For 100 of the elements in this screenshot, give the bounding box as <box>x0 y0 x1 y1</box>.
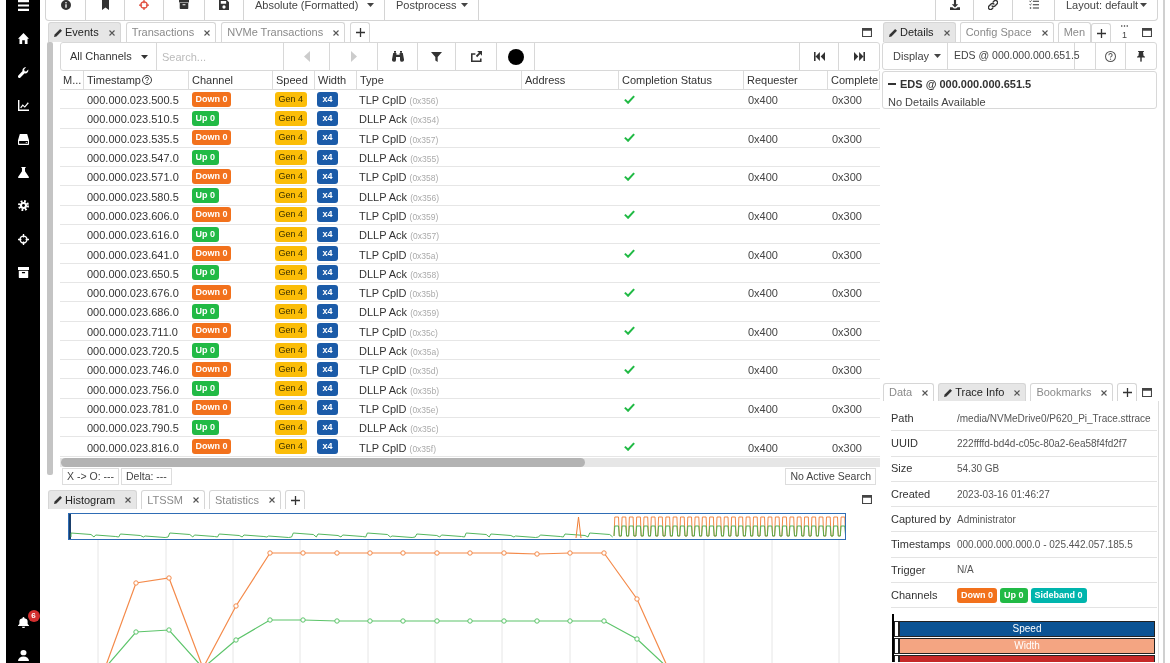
maximize-icon[interactable] <box>1142 27 1152 37</box>
data-point <box>367 550 373 556</box>
column-header[interactable]: Complete <box>831 71 879 89</box>
help-icon[interactable] <box>142 75 152 85</box>
time-format-dropdown[interactable]: Absolute (Formatted) <box>244 0 385 20</box>
plus-icon <box>1096 28 1106 38</box>
close-icon[interactable] <box>1101 389 1108 396</box>
type-cell: TLP CplD (0x35b) <box>359 287 439 300</box>
type-cell: DLLP Ack (0x354) <box>359 113 439 126</box>
close-icon[interactable] <box>943 29 950 36</box>
close-icon[interactable] <box>204 29 211 36</box>
tab[interactable]: NVMe Transactions <box>221 22 346 42</box>
width-badge: x4 <box>317 419 338 435</box>
speed-badge: Gen 4 <box>275 361 307 377</box>
type-cell: TLP CplD (0x35d) <box>359 364 439 377</box>
column-header[interactable]: Timestamp <box>87 71 141 89</box>
scrollbar-thumb[interactable] <box>61 457 585 467</box>
settings-icon[interactable] <box>17 200 29 212</box>
drive-icon[interactable] <box>17 133 29 145</box>
timestamp-cell: 000.000.023.711.0 <box>87 325 178 338</box>
column-header[interactable]: Requester <box>747 71 798 89</box>
home-icon[interactable] <box>17 33 29 45</box>
tab[interactable]: Data <box>883 383 935 401</box>
close-icon[interactable] <box>922 389 929 396</box>
column-header[interactable]: Channel <box>192 71 233 89</box>
channel-badge: Up 0 <box>1000 587 1028 603</box>
layout-dropdown[interactable]: Layout: default <box>1054 0 1157 20</box>
channel-badge: Down 0 <box>192 323 231 339</box>
speed-badge: Gen 4 <box>275 226 307 242</box>
column-header[interactable]: Address <box>525 71 566 89</box>
timestamp-cell: 000.000.023.641.0 <box>87 248 179 261</box>
speed-badge: Gen 4 <box>275 207 307 223</box>
tab[interactable]: Bookmarks <box>1030 383 1114 401</box>
tab[interactable]: Statistics <box>209 490 281 509</box>
search-field[interactable]: Search... <box>157 43 284 70</box>
add-tab-button[interactable] <box>285 490 305 509</box>
maximize-icon[interactable] <box>862 495 872 504</box>
line-chart-icon[interactable] <box>17 100 29 112</box>
channel-dropdown[interactable]: All Channels <box>61 43 157 70</box>
channel-badge: Up 0 <box>192 303 219 319</box>
caret-icon <box>461 3 468 7</box>
flask-icon[interactable] <box>17 166 29 178</box>
data-point <box>501 618 507 624</box>
channel-badge: Up 0 <box>192 188 219 204</box>
close-icon[interactable] <box>1014 389 1021 396</box>
channel-badge: Down 0 <box>192 246 231 261</box>
column-header[interactable]: Width <box>318 71 347 89</box>
data-point <box>400 618 406 624</box>
add-tab-button[interactable] <box>350 22 371 42</box>
column-header[interactable]: Completion Status <box>622 71 712 89</box>
data-point <box>334 550 340 556</box>
width-badge: x4 <box>317 130 338 146</box>
column-header[interactable]: Type <box>360 71 384 89</box>
postprocess-dropdown[interactable]: Postprocess <box>385 0 479 20</box>
bell-icon[interactable] <box>17 616 29 628</box>
width-badge: x4 <box>317 265 338 281</box>
maximize-icon[interactable] <box>862 27 872 37</box>
plus-icon <box>290 495 300 505</box>
timestamp-cell: 000.000.023.510.5 <box>87 113 179 126</box>
close-icon[interactable] <box>108 29 115 36</box>
tab[interactable]: Events <box>48 22 121 42</box>
tab[interactable]: Transactions <box>125 22 217 42</box>
close-icon[interactable] <box>125 497 132 503</box>
collapse-icon[interactable] <box>888 83 896 86</box>
display-dropdown[interactable]: Display <box>883 43 948 69</box>
menu-icon[interactable] <box>17 0 29 11</box>
field-value: Administrator <box>957 512 1016 527</box>
tab[interactable]: Trace Info <box>938 383 1027 401</box>
close-icon[interactable] <box>193 497 199 503</box>
close-icon[interactable] <box>269 497 275 503</box>
crosshair-icon[interactable] <box>17 233 29 245</box>
timestamp-cell: 000.000.023.746.0 <box>87 364 179 377</box>
completer-cell: 0x300 <box>832 248 862 261</box>
caret-icon <box>1140 3 1147 7</box>
type-cell: DLLP Ack (0x358) <box>359 267 439 280</box>
type-cell: TLP CplD (0x35f) <box>359 441 436 454</box>
add-tab-button[interactable] <box>1091 23 1112 42</box>
vertical-scrollbar[interactable] <box>47 42 53 475</box>
column-header[interactable]: Speed <box>276 71 308 89</box>
add-tab-button[interactable] <box>1117 383 1138 401</box>
record-icon <box>507 48 524 65</box>
maximize-icon[interactable] <box>1142 387 1152 397</box>
help-icon <box>1105 50 1116 62</box>
first-event-button[interactable] <box>799 43 839 70</box>
archive-icon[interactable] <box>17 267 29 279</box>
filter-icon <box>431 51 442 62</box>
tab[interactable]: Details <box>883 22 956 42</box>
wrench-icon[interactable] <box>17 66 29 78</box>
tab[interactable]: Config Space <box>959 22 1054 42</box>
download-button[interactable] <box>935 0 974 20</box>
column-header[interactable]: M... <box>63 71 82 89</box>
close-icon[interactable] <box>1041 29 1048 36</box>
tab[interactable]: LTSSM <box>141 490 205 509</box>
user-icon[interactable] <box>17 650 29 661</box>
tab[interactable]: Histogram <box>48 490 138 509</box>
close-icon[interactable] <box>333 29 340 36</box>
horizontal-scrollbar[interactable] <box>60 457 880 467</box>
tab-overflow-button[interactable]: 1 <box>1121 23 1128 40</box>
tab[interactable]: Men <box>1057 22 1092 42</box>
data-point <box>367 618 373 624</box>
